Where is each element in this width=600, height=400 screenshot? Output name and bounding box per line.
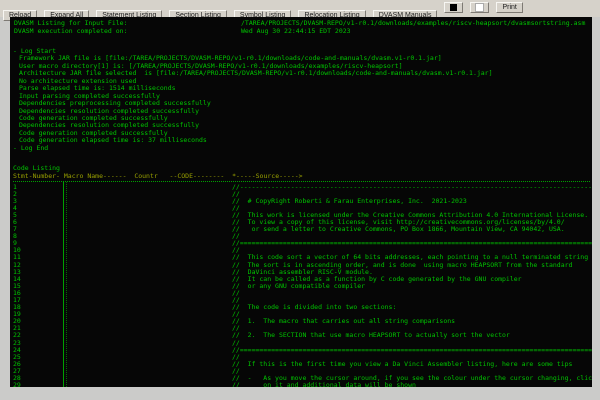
listing-row[interactable]: 16 // bbox=[10, 290, 592, 297]
listing-row[interactable]: 26 // If this is the first time you view… bbox=[10, 361, 592, 368]
listing-row[interactable]: 7 // or send a letter to Creative Common… bbox=[10, 226, 592, 233]
black-swatch-icon bbox=[450, 4, 457, 11]
dvasm-listing-window: ReloadExpand AllStatement ListingSection… bbox=[0, 0, 600, 400]
listing-panel[interactable]: DVASM Listing for Input File: /TAREA/PRO… bbox=[10, 17, 592, 387]
log-entry: Code generation elapsed time is: 37 mill… bbox=[10, 137, 592, 144]
listing-row[interactable]: 22 // 2. The SECTION that use macro HEAP… bbox=[10, 332, 592, 339]
listing-row[interactable]: 3 // # CopyRight Roberti & Farau Enterpr… bbox=[10, 198, 592, 205]
listing-row[interactable]: 1 //------------------------------------… bbox=[10, 184, 592, 191]
listing-row[interactable]: 15 // or any GNU compatible compiler bbox=[10, 283, 592, 290]
code-listing-title: Code Listing bbox=[10, 164, 592, 172]
source-text: //======================================… bbox=[232, 347, 592, 354]
color-swatch-white-button[interactable] bbox=[470, 2, 489, 13]
color-swatch-black-button[interactable] bbox=[444, 2, 463, 13]
log-section: - Log Start Framework JAR file is [file:… bbox=[10, 48, 592, 152]
file-info-label: DVASM execution completed on: bbox=[14, 28, 241, 36]
source-text: // on it and additional data will be sho… bbox=[232, 382, 416, 387]
statement-rows: 1 //------------------------------------… bbox=[10, 184, 592, 388]
toolbar: ReloadExpand AllStatement ListingSection… bbox=[0, 0, 600, 17]
file-info: DVASM Listing for Input File: /TAREA/PRO… bbox=[14, 20, 592, 35]
source-text: // # CopyRight Roberti & Farau Enterpris… bbox=[232, 198, 467, 205]
code-listing: Code Listing Stmt-Number- Macro Name----… bbox=[10, 164, 592, 387]
source-text: //======================================… bbox=[232, 240, 592, 247]
file-info-row: DVASM execution completed on: Wed Aug 30… bbox=[14, 28, 592, 36]
source-text: //--------------------------------------… bbox=[232, 184, 592, 191]
code-listing-column-header: Stmt-Number- Macro Name------ Countr --C… bbox=[13, 172, 303, 180]
listing-row[interactable]: 24 //===================================… bbox=[10, 347, 592, 354]
header-separator bbox=[13, 181, 590, 182]
listing-row[interactable]: 20 // 1. The macro that carries out all … bbox=[10, 318, 592, 325]
statement-number: 29 bbox=[13, 382, 21, 387]
source-text: // The code is divided into two sections… bbox=[232, 304, 396, 311]
listing-row[interactable]: 29 // on it and additional data will be … bbox=[10, 382, 592, 387]
source-text: // 2. The SECTION that use macro HEAPSOR… bbox=[232, 332, 510, 339]
print-button[interactable]: Print bbox=[496, 2, 522, 13]
source-text: // or send a letter to Creative Commons,… bbox=[232, 226, 565, 233]
listing-row[interactable]: 18 // The code is divided into two secti… bbox=[10, 304, 592, 311]
file-info-value: Wed Aug 30 22:44:15 EDT 2023 bbox=[241, 28, 351, 36]
source-text: // If this is the first time you view a … bbox=[232, 361, 572, 368]
log-end: - Log End bbox=[10, 145, 592, 152]
white-swatch-icon bbox=[476, 4, 483, 11]
source-text: // or any GNU compatible compiler bbox=[232, 283, 365, 290]
source-text: // 1. The macro that carries out all str… bbox=[232, 318, 455, 325]
listing-row[interactable]: 9 //====================================… bbox=[10, 240, 592, 247]
